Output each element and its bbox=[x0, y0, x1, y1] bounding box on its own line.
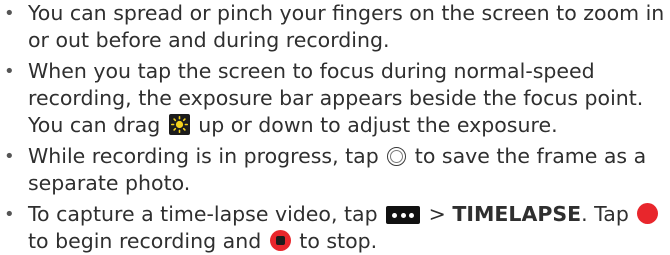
stop-icon bbox=[269, 230, 291, 251]
separator: > bbox=[428, 202, 446, 226]
exposure-sun-icon bbox=[168, 114, 190, 135]
timelapse-label: TIMELAPSE bbox=[452, 202, 582, 226]
item-text: You can spread or pinch your fingers on … bbox=[28, 1, 665, 52]
shutter-icon bbox=[387, 147, 407, 166]
more-icon bbox=[386, 206, 421, 224]
item-text: to begin recording and bbox=[28, 229, 262, 253]
item-text: While recording is in progress, tap bbox=[28, 144, 379, 168]
bullet-list: • You can spread or pinch your fingers o… bbox=[0, 0, 670, 255]
list-item: • To capture a time-lapse video, tap > T… bbox=[0, 201, 670, 255]
item-text: up or down to adjust the exposure. bbox=[198, 113, 558, 137]
bullet: • bbox=[4, 146, 15, 167]
bullet: • bbox=[4, 61, 15, 82]
record-icon bbox=[637, 203, 659, 224]
list-item: • You can spread or pinch your fingers o… bbox=[0, 0, 670, 54]
item-text: . Tap bbox=[581, 202, 629, 226]
bullet: • bbox=[4, 3, 15, 24]
list-item: • When you tap the screen to focus durin… bbox=[0, 58, 670, 139]
bullet: • bbox=[4, 204, 15, 225]
item-text: To capture a time-lapse video, tap bbox=[28, 202, 378, 226]
list-item: • While recording is in progress, tap to… bbox=[0, 143, 670, 197]
item-text: to stop. bbox=[299, 229, 378, 253]
